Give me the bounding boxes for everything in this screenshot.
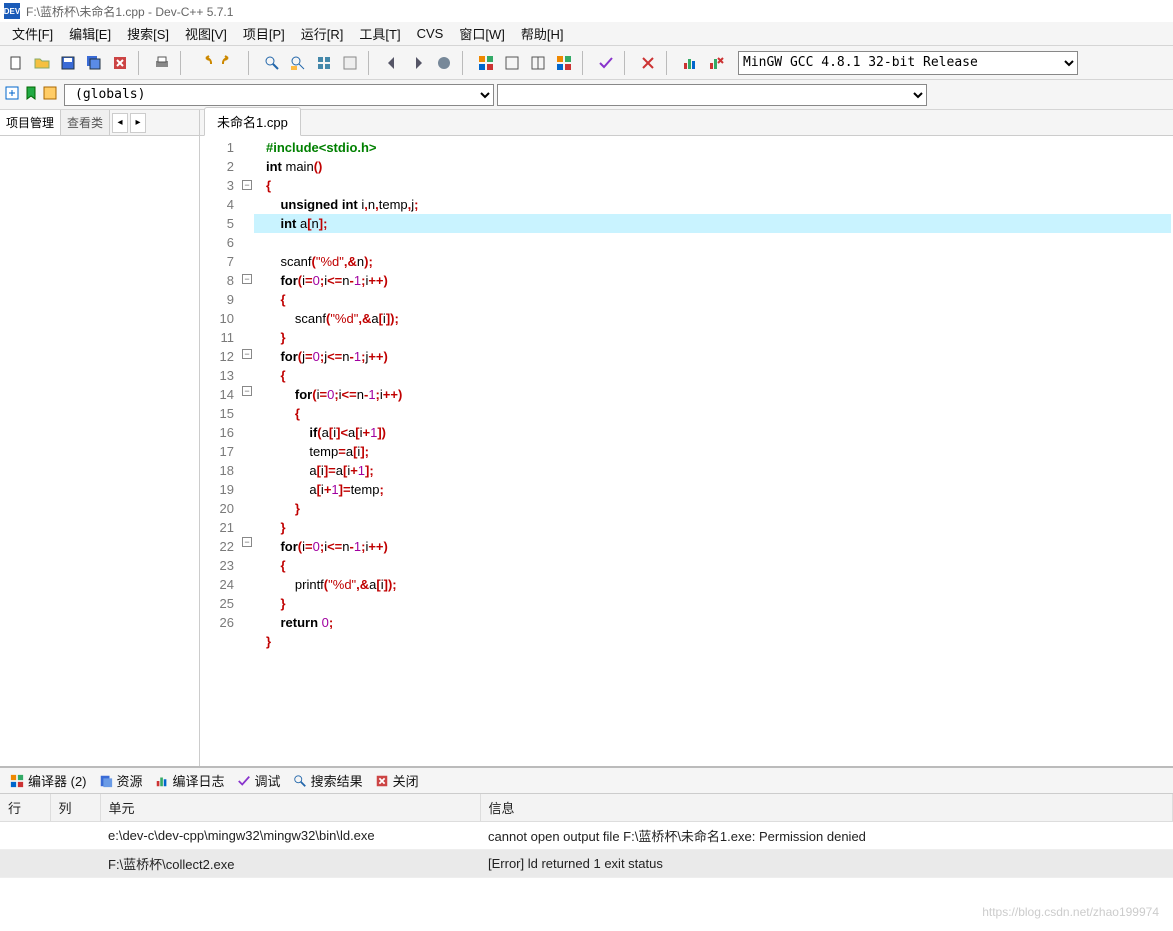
find-icon[interactable] (260, 51, 284, 75)
btab-search[interactable]: 搜索结果 (289, 769, 367, 792)
bookmark-icon[interactable] (23, 85, 39, 104)
grid2-icon[interactable] (500, 51, 524, 75)
menu-project[interactable]: 项目[P] (237, 22, 291, 45)
menubar: 文件[F] 编辑[E] 搜索[S] 视图[V] 项目[P] 运行[R] 工具[T… (0, 22, 1173, 46)
bottom-panel: 编译器 (2) 资源 编译日志 调试 搜索结果 关闭 行 列 单元 信息 e:\… (0, 766, 1173, 931)
col-col[interactable]: 列 (50, 794, 100, 822)
print-icon[interactable] (150, 51, 174, 75)
code-editor[interactable]: 1234567891011121314151617181920212223242… (200, 136, 1173, 766)
tab-nav-next-icon[interactable]: ▸ (130, 113, 146, 133)
insert-icon[interactable] (4, 85, 20, 104)
save-icon[interactable] (56, 51, 80, 75)
file-tab-active[interactable]: 未命名1.cpp (204, 107, 301, 136)
compile-icon[interactable] (312, 51, 336, 75)
bottom-tabs: 编译器 (2) 资源 编译日志 调试 搜索结果 关闭 (0, 768, 1173, 794)
col-msg[interactable]: 信息 (480, 794, 1173, 822)
undo-icon[interactable] (192, 51, 216, 75)
save-all-icon[interactable] (82, 51, 106, 75)
goto-bookmark-icon[interactable] (42, 85, 58, 104)
file-tabs: 未命名1.cpp (200, 110, 1173, 136)
new-file-icon[interactable] (4, 51, 28, 75)
delete-icon[interactable] (636, 51, 660, 75)
menu-search[interactable]: 搜索[S] (121, 22, 175, 45)
project-tree[interactable] (0, 136, 199, 766)
replace-icon[interactable] (286, 51, 310, 75)
menu-tools[interactable]: 工具[T] (353, 22, 406, 45)
nav-fwd-icon[interactable] (406, 51, 430, 75)
toolbar-main: MinGW GCC 4.8.1 32-bit Release (0, 46, 1173, 80)
app-icon: DEV (4, 3, 20, 19)
grid1-icon[interactable] (474, 51, 498, 75)
line-gutter: 1234567891011121314151617181920212223242… (200, 136, 240, 766)
editor-area: 未命名1.cpp 1234567891011121314151617181920… (200, 110, 1173, 766)
grid3-icon[interactable] (526, 51, 550, 75)
check-icon[interactable] (594, 51, 618, 75)
table-row[interactable]: F:\蓝桥杯\collect2.exe[Error] ld returned 1… (0, 850, 1173, 878)
code-content[interactable]: #include<stdio.h> int main() { unsigned … (254, 136, 1173, 766)
close-icon[interactable] (108, 51, 132, 75)
menu-view[interactable]: 视图[V] (179, 22, 233, 45)
compiler-messages[interactable]: 行 列 单元 信息 e:\dev-c\dev-cpp\mingw32\mingw… (0, 794, 1173, 931)
col-unit[interactable]: 单元 (100, 794, 480, 822)
symbol-select[interactable] (497, 84, 927, 106)
debug-icon[interactable] (704, 51, 728, 75)
grid4-icon[interactable] (552, 51, 576, 75)
toolbar-secondary: (globals) (0, 80, 1173, 110)
tab-project[interactable]: 项目管理 (0, 110, 61, 135)
open-file-icon[interactable] (30, 51, 54, 75)
fold-column[interactable]: −−−−− (240, 136, 254, 766)
run-icon[interactable] (338, 51, 362, 75)
scope-select[interactable]: (globals) (64, 84, 494, 106)
menu-help[interactable]: 帮助[H] (515, 22, 570, 45)
left-panel: 项目管理 查看类 ◂ ▸ (0, 110, 200, 766)
window-title: F:\蓝桥杯\未命名1.cpp - Dev-C++ 5.7.1 (26, 3, 233, 20)
menu-file[interactable]: 文件[F] (6, 22, 59, 45)
profile-icon[interactable] (678, 51, 702, 75)
goto-icon[interactable] (432, 51, 456, 75)
btab-compiler[interactable]: 编译器 (2) (6, 769, 91, 792)
menu-window[interactable]: 窗口[W] (453, 22, 511, 45)
main-area: 项目管理 查看类 ◂ ▸ 未命名1.cpp 123456789101112131… (0, 110, 1173, 766)
table-row[interactable]: e:\dev-c\dev-cpp\mingw32\mingw32\bin\ld.… (0, 822, 1173, 850)
btab-compilelog[interactable]: 编译日志 (151, 769, 229, 792)
menu-edit[interactable]: 编辑[E] (63, 22, 117, 45)
col-line[interactable]: 行 (0, 794, 50, 822)
nav-back-icon[interactable] (380, 51, 404, 75)
btab-close[interactable]: 关闭 (371, 769, 423, 792)
btab-debug[interactable]: 调试 (233, 769, 285, 792)
left-tabs: 项目管理 查看类 ◂ ▸ (0, 110, 199, 136)
tab-classes[interactable]: 查看类 (61, 110, 110, 135)
titlebar: DEV F:\蓝桥杯\未命名1.cpp - Dev-C++ 5.7.1 (0, 0, 1173, 22)
compiler-select[interactable]: MinGW GCC 4.8.1 32-bit Release (738, 51, 1078, 75)
menu-cvs[interactable]: CVS (411, 24, 450, 43)
btab-resources[interactable]: 资源 (95, 769, 147, 792)
redo-icon[interactable] (218, 51, 242, 75)
menu-run[interactable]: 运行[R] (295, 22, 350, 45)
tab-nav-prev-icon[interactable]: ◂ (112, 113, 128, 133)
